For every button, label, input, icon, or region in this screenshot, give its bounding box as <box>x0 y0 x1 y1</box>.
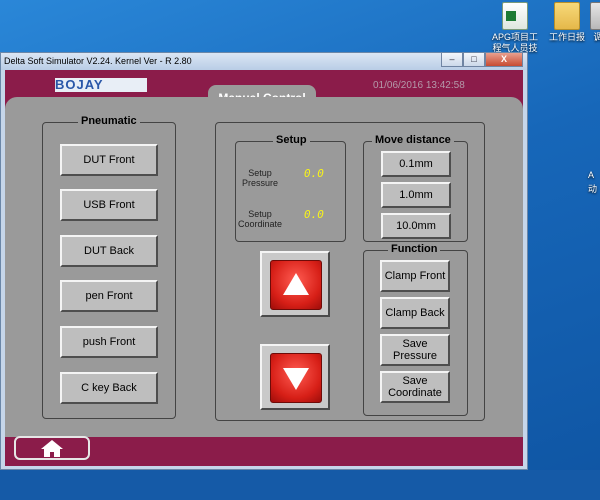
move-up-face <box>270 260 322 310</box>
window-title: Delta Soft Simulator V2.24. Kernel Ver -… <box>4 56 192 66</box>
company-logo: BOJAY <box>55 78 147 92</box>
datetime-display: 01/06/2016 13:42:58 <box>373 80 465 91</box>
taskbar <box>0 470 600 500</box>
home-button[interactable] <box>14 436 90 460</box>
desktop-icon-partial[interactable]: 调 <box>588 0 600 43</box>
manual-control-panel: Pneumatic DUT Front USB Front DUT Back p… <box>5 97 523 437</box>
move-distance-label: Move distance <box>372 134 454 146</box>
close-button[interactable]: X <box>485 53 523 67</box>
move-down-face <box>270 353 322 403</box>
excel-file-icon <box>502 2 528 30</box>
desktop-side-text: A <box>588 170 595 180</box>
setup-coordinate-label: Setup Coordinate <box>237 209 283 229</box>
setup-label: Setup <box>273 134 310 146</box>
dut-back-button[interactable]: DUT Back <box>60 235 158 267</box>
hmi-screen: BOJAY 01/06/2016 13:42:58 Manual Control… <box>5 70 523 466</box>
desktop-icon-label: 调 <box>593 32 600 42</box>
clamp-back-button[interactable]: Clamp Back <box>380 297 450 329</box>
home-icon <box>41 440 63 457</box>
minimize-button[interactable]: – <box>441 53 463 67</box>
desktop-icon-daily-report[interactable]: 工作日报 <box>540 0 594 43</box>
arrow-up-icon <box>283 273 309 295</box>
function-label: Function <box>388 243 441 255</box>
arrow-down-icon <box>283 368 309 390</box>
save-coordinate-button[interactable]: Save Coordinate <box>380 371 450 403</box>
push-front-button[interactable]: push Front <box>60 326 158 358</box>
c-key-back-button[interactable]: C key Back <box>60 372 158 404</box>
document-icon <box>590 2 600 30</box>
folder-icon <box>554 2 580 30</box>
move-0-1mm-button[interactable]: 0.1mm <box>381 151 451 177</box>
move-10-0mm-button[interactable]: 10.0mm <box>381 213 451 239</box>
dut-front-button[interactable]: DUT Front <box>60 144 158 176</box>
clamp-front-button[interactable]: Clamp Front <box>380 260 450 292</box>
move-down-button[interactable] <box>260 344 330 410</box>
usb-front-button[interactable]: USB Front <box>60 189 158 221</box>
simulator-window: Delta Soft Simulator V2.24. Kernel Ver -… <box>0 52 528 470</box>
window-titlebar[interactable]: Delta Soft Simulator V2.24. Kernel Ver -… <box>1 53 527 70</box>
desktop-side-text: 动 <box>588 184 598 194</box>
setup-pressure-label: Setup Pressure <box>241 168 278 188</box>
maximize-button[interactable]: □ <box>463 53 485 67</box>
pen-front-button[interactable]: pen Front <box>60 280 158 312</box>
desktop-icon-label: 工作日报 <box>548 32 585 42</box>
move-up-button[interactable] <box>260 251 330 317</box>
save-pressure-button[interactable]: Save Pressure <box>380 334 450 366</box>
setup-coordinate-value: 0.0 <box>304 208 324 221</box>
setup-pressure-value: 0.0 <box>304 167 324 180</box>
pneumatic-label: Pneumatic <box>78 115 140 127</box>
move-1-0mm-button[interactable]: 1.0mm <box>381 182 451 208</box>
